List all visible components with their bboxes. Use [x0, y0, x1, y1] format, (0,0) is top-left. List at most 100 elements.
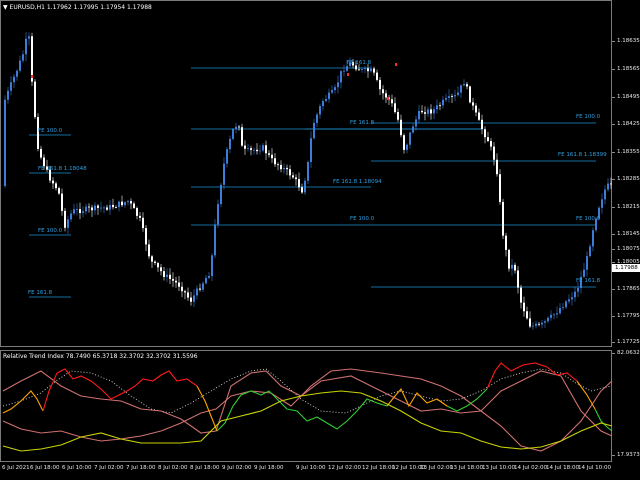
candle-body — [4, 99, 6, 186]
price-tick: 1.18285 — [612, 176, 640, 182]
candle-body — [553, 314, 555, 316]
candle-body — [283, 167, 285, 170]
candle-body — [382, 89, 384, 94]
candle-body — [121, 201, 123, 206]
candle-body — [232, 129, 234, 139]
rti-line-orange — [386, 387, 448, 408]
time-tick: 6 Jul 2021 — [2, 465, 30, 471]
swing-marker — [387, 97, 389, 100]
price-tick: 1.18145 — [612, 231, 640, 237]
fe-label: FE 161.8 1.18399 — [558, 152, 607, 158]
candle-body — [496, 159, 498, 175]
candle-body — [202, 283, 204, 290]
candle-body — [22, 54, 24, 61]
candle-body — [184, 291, 186, 293]
rti-line-orange — [196, 385, 218, 432]
chart-menu-icon[interactable]: ▼ — [3, 4, 8, 11]
fe-label: FE 161.8 — [576, 278, 601, 284]
rti-line-green — [216, 390, 388, 432]
candle-body — [85, 206, 87, 212]
candle-body — [10, 82, 12, 91]
fe-label: FE 100.0 — [350, 216, 375, 222]
candle-body — [271, 154, 273, 159]
candle-body — [16, 70, 18, 77]
candle-body — [52, 180, 54, 184]
candle-body — [265, 145, 267, 154]
price-chart-pane[interactable] — [0, 0, 612, 347]
time-tick: 8 Jul 02:00 — [158, 465, 188, 471]
candle-body — [601, 199, 603, 208]
indicator-axis[interactable]: 82.0632 17.9373 — [612, 350, 640, 462]
candle-body — [250, 148, 252, 150]
candle-body — [514, 264, 516, 271]
candle-body — [589, 246, 591, 257]
candle-body — [181, 286, 183, 292]
candle-body — [169, 274, 171, 279]
candle-body — [373, 68, 375, 73]
candle-body — [289, 169, 291, 176]
candle-body — [259, 150, 261, 152]
candle-body — [247, 148, 249, 149]
candle-body — [604, 189, 606, 200]
candle-body — [358, 69, 360, 71]
candle-body — [217, 204, 219, 225]
candle-body — [154, 261, 156, 263]
time-tick: 7 Jul 18:00 — [126, 465, 156, 471]
candle-body — [535, 323, 537, 326]
candle-body — [328, 92, 330, 100]
candle-body — [406, 144, 408, 150]
time-tick: 8 Jul 18:00 — [190, 465, 220, 471]
current-price-tag: 1.17988 — [612, 264, 640, 272]
price-axis[interactable]: 1.18635 1.18565 1.18495 1.18425 1.18355 … — [612, 0, 640, 347]
candle-body — [361, 69, 363, 70]
candle-body — [331, 90, 333, 93]
rti-upper-band — [2, 370, 613, 437]
candle-body — [412, 126, 414, 133]
symbol-header: ▼ EURUSD,H1 1.17962 1.17995 1.17954 1.17… — [3, 4, 152, 11]
candle-body — [367, 68, 369, 72]
candle-body — [91, 207, 93, 211]
candle-body — [568, 299, 570, 302]
candle-body — [211, 255, 213, 277]
candle-body — [466, 84, 468, 87]
candle-body — [235, 126, 237, 130]
rti-indicator-chart[interactable] — [1, 351, 613, 463]
candle-body — [70, 213, 72, 220]
candle-body — [538, 323, 540, 325]
candle-body — [31, 36, 33, 82]
candle-body — [163, 271, 165, 277]
candle-body — [241, 127, 243, 146]
candle-body — [562, 307, 564, 309]
candle-body — [487, 137, 489, 142]
candle-body — [67, 219, 69, 228]
time-axis[interactable]: 6 Jul 2021 6 Jul 18:00 6 Jul 10:00 7 Jul… — [0, 463, 612, 480]
candle-body — [61, 193, 63, 211]
candle-body — [304, 180, 306, 193]
candle-body — [340, 71, 342, 83]
candle-body — [274, 158, 276, 165]
indicator-header: Relative Trend Index 78.7490 65.3718 32.… — [3, 353, 198, 360]
candle-body — [511, 264, 513, 269]
candle-body — [556, 313, 558, 315]
candle-body — [448, 96, 450, 98]
indicator-pane[interactable] — [0, 350, 613, 463]
time-tick: 14 Jul 18:00 — [546, 465, 579, 471]
indicator-tick-top: 82.0632 — [612, 350, 640, 356]
candle-body — [136, 207, 138, 216]
candle-body — [73, 209, 75, 214]
candle-body — [484, 129, 486, 138]
time-tick: 14 Jul 10:00 — [578, 465, 611, 471]
candle-body — [166, 274, 168, 277]
candlestick-chart[interactable] — [1, 1, 613, 348]
price-tick: 1.18215 — [612, 204, 640, 210]
price-tick: 1.18635 — [612, 38, 640, 44]
candle-body — [55, 183, 57, 189]
candle-body — [262, 145, 264, 151]
candle-body — [133, 203, 135, 208]
fe-label: FE 161.8 — [347, 60, 372, 66]
candle-body — [541, 322, 543, 325]
candle-body — [334, 87, 336, 91]
candle-body — [13, 76, 15, 83]
candle-body — [253, 149, 255, 151]
candle-body — [301, 187, 303, 193]
